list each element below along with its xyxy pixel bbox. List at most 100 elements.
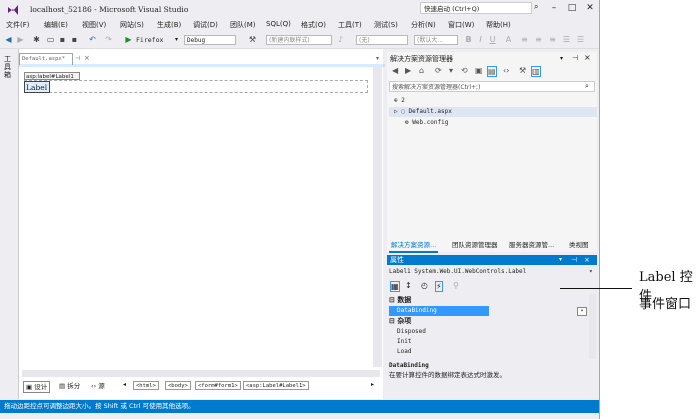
design-surface[interactable] <box>22 70 368 366</box>
pin-icon[interactable]: ⊣ <box>75 55 80 62</box>
crumb-html[interactable]: <html> <box>133 381 159 390</box>
start-debug-icon[interactable]: ▶ <box>124 35 133 44</box>
align-right-icon[interactable]: ≡ <box>548 35 557 44</box>
property-value-dropdown[interactable]: ▾ <box>577 307 587 316</box>
crumb-body[interactable]: <body> <box>165 381 191 390</box>
crumb-label[interactable]: <asp:Label#Label1> <box>243 381 309 390</box>
tab-close-icon[interactable]: × <box>84 54 90 62</box>
menu-sql[interactable]: SQL(Q) <box>266 20 291 28</box>
pending-changes-icon[interactable]: ▾ <box>449 66 453 75</box>
font-color-icon[interactable]: A <box>504 35 513 44</box>
forward-icon[interactable]: ▶ <box>16 35 25 44</box>
collapse-icon[interactable]: ⊟ <box>389 317 395 325</box>
tab-dropdown-icon[interactable]: ▾ <box>376 55 379 62</box>
refresh-icon[interactable]: ⟲ <box>461 66 468 75</box>
menu-window[interactable]: 窗口(W) <box>448 20 474 30</box>
chevron-down-icon[interactable]: ▾ <box>589 267 593 277</box>
bullet-list-icon[interactable]: ☰ <box>562 35 571 44</box>
collapse-icon[interactable]: ⊟ <box>389 296 395 304</box>
menu-build[interactable]: 生成(B) <box>157 20 181 30</box>
save-all-icon[interactable]: ▪ <box>70 35 79 44</box>
toolbox-strip[interactable]: 工具箱 <box>0 49 19 399</box>
label-control[interactable]: Label <box>24 81 50 93</box>
panel-close-icon[interactable]: × <box>584 255 590 265</box>
design-view-button[interactable]: ▣ 设计 <box>23 381 51 393</box>
panel-dropdown-icon[interactable]: ▾ <box>560 55 563 62</box>
tree-item-website[interactable]: ⊕ 2 <box>394 96 594 106</box>
editor-vertical-scrollbar[interactable] <box>373 67 382 367</box>
scroll-left-icon[interactable]: ◂ <box>123 381 126 388</box>
menu-view[interactable]: 视图(V) <box>82 20 106 30</box>
save-icon[interactable]: ▪ <box>58 35 67 44</box>
alphabetical-icon[interactable]: ↕ <box>405 281 412 290</box>
redo-icon[interactable]: ↷ <box>104 35 113 44</box>
menu-format[interactable]: 格式(O) <box>301 20 326 30</box>
tab-team-explorer[interactable]: 团队资源管理器 <box>450 240 500 251</box>
style-dropdown[interactable]: (新建内联样式) <box>266 35 332 45</box>
sync-icon[interactable]: ⟳ <box>435 66 442 75</box>
close-button[interactable]: ✕ <box>581 1 599 15</box>
italic-button[interactable]: I <box>476 35 485 44</box>
property-pages-icon[interactable]: ⚲ <box>453 281 459 290</box>
section-misc[interactable]: ⊟ 杂项 <box>389 316 589 326</box>
search-icon[interactable]: ⌕ <box>534 2 538 12</box>
tab-server-explorer[interactable]: 服务器资源管... <box>507 240 556 251</box>
categorized-icon[interactable]: ▦ <box>390 281 400 292</box>
menu-team[interactable]: 团队(M) <box>230 20 256 30</box>
open-file-icon[interactable]: ▭ <box>46 35 55 44</box>
chevron-down-icon[interactable]: ▾ <box>175 36 178 43</box>
underline-button[interactable]: U <box>488 35 497 44</box>
home-icon[interactable]: ⌂ <box>419 66 424 75</box>
pin-icon[interactable]: ⊣ <box>572 54 578 62</box>
properties-icon[interactable]: ⚒ <box>519 66 526 75</box>
back-icon[interactable]: ◀ <box>4 35 13 44</box>
style-icon[interactable]: ♪ <box>336 35 345 44</box>
menu-website[interactable]: 网站(S) <box>120 20 144 30</box>
menu-file[interactable]: 文件(F) <box>6 20 30 30</box>
menu-help[interactable]: 帮助(H) <box>486 20 511 30</box>
section-data[interactable]: ⊟ 数据 <box>389 295 589 305</box>
menu-test[interactable]: 测试(S) <box>374 20 398 30</box>
solution-search-input[interactable]: 搜索解决方案资源管理器(Ctrl+;) <box>389 81 595 92</box>
property-row[interactable]: DataBinding ▾ <box>389 306 587 316</box>
property-row[interactable]: Init <box>397 337 595 347</box>
search-icon[interactable]: ⌕ <box>585 82 589 91</box>
expand-arrow-icon[interactable]: ▷ <box>394 108 398 115</box>
properties-scrollbar[interactable] <box>589 294 596 359</box>
tab-solution-explorer[interactable]: 解决方案资源... <box>389 240 439 253</box>
back-icon[interactable]: ◀ <box>392 66 398 75</box>
property-row[interactable]: Load <box>397 347 595 357</box>
menu-debug[interactable]: 调试(D) <box>193 20 218 30</box>
preview-icon[interactable]: ▥ <box>531 66 541 77</box>
menu-analyze[interactable]: 分析(N) <box>411 20 436 30</box>
attach-icon[interactable]: ⚒ <box>248 35 257 44</box>
number-list-icon[interactable]: ☰ <box>576 35 585 44</box>
forward-icon[interactable]: ▶ <box>405 66 411 75</box>
panel-close-icon[interactable]: × <box>584 53 591 62</box>
scroll-right-icon[interactable]: ▸ <box>371 381 374 388</box>
events-lightning-icon[interactable]: ⚡ <box>435 281 443 292</box>
tab-class-view[interactable]: 类视图 <box>567 240 591 251</box>
font-size-dropdown[interactable]: (默认大... <box>414 35 458 45</box>
tree-item-web-config[interactable]: ⚙ Web.config <box>405 118 595 128</box>
menu-edit[interactable]: 编辑(E) <box>44 20 68 30</box>
menu-tools[interactable]: 工具(T) <box>338 20 362 30</box>
editor-horizontal-scrollbar[interactable] <box>22 370 380 377</box>
properties-view-icon[interactable]: ◴ <box>421 281 428 290</box>
block-format-dropdown[interactable]: (无) <box>356 35 408 45</box>
align-center-icon[interactable]: ≡ <box>534 35 543 44</box>
bold-button[interactable]: B <box>464 35 473 44</box>
quick-launch-input[interactable]: 快速启动 (Ctrl+Q) <box>420 2 532 14</box>
align-left-icon[interactable]: ≡ <box>520 35 529 44</box>
maximize-button[interactable]: □ <box>563 1 581 15</box>
split-view-button[interactable]: ▤ 拆分 <box>59 381 80 391</box>
source-view-button[interactable]: ‹› 源 <box>91 381 105 391</box>
property-row[interactable]: Disposed <box>397 327 595 337</box>
pin-icon[interactable]: ⊣ <box>571 255 577 265</box>
collapse-all-icon[interactable]: ▣ <box>475 66 483 75</box>
minimize-button[interactable]: – <box>545 1 563 15</box>
undo-icon[interactable]: ↶ <box>88 35 97 44</box>
view-code-icon[interactable]: ‹› <box>503 66 509 75</box>
crumb-form[interactable]: <form#form1> <box>195 381 241 390</box>
new-project-icon[interactable]: ✱ <box>32 35 41 44</box>
